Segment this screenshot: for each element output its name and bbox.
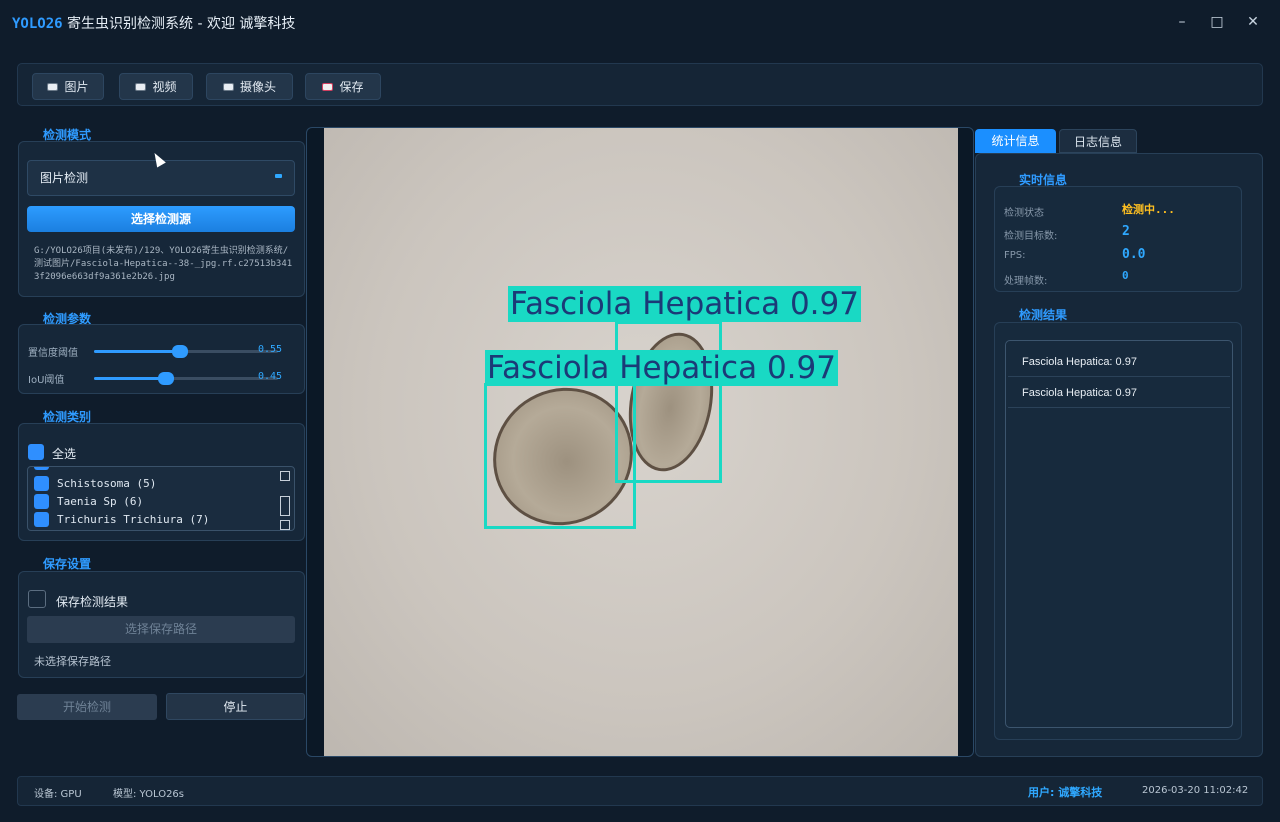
video-button-label: 视频 [152, 80, 177, 94]
save-path-status: 未选择保存路径 [34, 655, 111, 668]
user-info: 用户: 诚擎科技 [1028, 786, 1103, 799]
image-button[interactable]: 图片 [32, 73, 104, 100]
stat-status-key: 检测状态 [1004, 208, 1044, 219]
chevron-down-icon [275, 174, 282, 178]
results-section-title: 检测结果 [1019, 308, 1068, 322]
mode-select-value: 图片检测 [40, 171, 89, 185]
confidence-label: 置信度阈值 [28, 348, 78, 359]
iou-label: IoU阈值 [28, 375, 65, 386]
stop-button[interactable]: 停止 [166, 693, 305, 720]
device-info: 设备: GPU [34, 789, 82, 800]
stat-fps-key: FPS: [1004, 250, 1026, 261]
save-button-label: 保存 [339, 80, 364, 94]
window-title-text: 寄生虫识别检测系统 - 欢迎 诚擎科技 [62, 16, 296, 32]
choose-save-path-button[interactable]: 选择保存路径 [27, 616, 295, 643]
save-icon [322, 82, 334, 91]
model-info: 模型: YOLO26s [113, 789, 185, 800]
stat-status: 检测状态 检测中... [1004, 201, 1234, 221]
class-checkbox-partial[interactable] [34, 467, 49, 470]
image-display: Fasciola Hepatica 0.97 Fasciola Hepatica… [306, 127, 974, 757]
stat-status-value: 检测中... [1122, 203, 1175, 216]
class-label-schistosoma: Schistosoma (5) [57, 476, 157, 490]
camera-button-label: 摄像头 [239, 80, 276, 94]
app-brand: YOLO26 [12, 16, 63, 32]
save-result-checkbox[interactable] [28, 590, 46, 608]
window-title: YOLO26 寄生虫识别检测系统 - 欢迎 诚擎科技 [12, 13, 295, 33]
select-source-button[interactable]: 选择检测源 [27, 206, 295, 232]
stat-count: 检测目标数: 2 [1004, 224, 1234, 244]
select-all-checkbox[interactable] [28, 444, 44, 460]
stat-frames-key: 处理帧数: [1004, 276, 1048, 287]
video-icon [135, 82, 147, 91]
stat-frames-value: 0 [1122, 269, 1129, 282]
stat-fps-value: 0.0 [1122, 247, 1146, 262]
class-list-scrollbar[interactable] [280, 469, 290, 530]
video-button[interactable]: 视频 [119, 73, 193, 100]
class-list: Schistosoma (5) Taenia Sp (6) Trichuris … [27, 466, 295, 531]
confidence-slider[interactable] [94, 345, 278, 358]
confidence-slider-row: 置信度阈值 0.55 [28, 342, 298, 360]
stat-count-key: 检测目标数: [1004, 231, 1058, 242]
result-item[interactable]: Fasciola Hepatica: 0.97 [1008, 347, 1230, 377]
save-result-label: 保存检测结果 [56, 595, 129, 609]
start-detection-button[interactable]: 开始检测 [17, 694, 157, 720]
image-button-label: 图片 [64, 80, 89, 94]
class-item-schistosoma[interactable]: Schistosoma (5) [34, 474, 156, 492]
scroll-up-arrow[interactable] [280, 471, 290, 481]
close-button[interactable]: ✕ [1240, 10, 1266, 34]
maximize-button[interactable]: □ [1204, 10, 1230, 34]
detection-label-1: Fasciola Hepatica 0.97 [485, 350, 838, 386]
iou-knob[interactable] [158, 372, 174, 385]
detection-label-2: Fasciola Hepatica 0.97 [508, 286, 861, 322]
class-item-taenia[interactable]: Taenia Sp (6) [34, 492, 143, 510]
save-button[interactable]: 保存 [305, 73, 381, 100]
tab-statistics[interactable]: 统计信息 [975, 129, 1056, 153]
datetime: 2026-03-20 11:02:42 [1142, 785, 1249, 796]
toolbar: 图片 视频 摄像头 保存 [17, 63, 1263, 106]
iou-slider[interactable] [94, 372, 278, 385]
class-item-trichuris[interactable]: Trichuris Trichiura (7) [34, 510, 209, 528]
scroll-down-arrow[interactable] [280, 520, 290, 530]
stat-count-value: 2 [1122, 224, 1130, 239]
class-checkbox-schistosoma[interactable] [34, 475, 49, 491]
results-list: Fasciola Hepatica: 0.97 Fasciola Hepatic… [1005, 340, 1233, 728]
title-bar: YOLO26 寄生虫识别检测系统 - 欢迎 诚擎科技 – □ ✕ [0, 0, 1280, 44]
iou-fill [94, 377, 166, 380]
image-icon [47, 82, 59, 91]
camera-button[interactable]: 摄像头 [206, 73, 293, 100]
scroll-thumb[interactable] [280, 496, 290, 516]
save-section-title: 保存设置 [43, 557, 92, 571]
class-checkbox-taenia[interactable] [34, 493, 49, 509]
confidence-fill [94, 350, 180, 353]
microscope-image: Fasciola Hepatica 0.97 Fasciola Hepatica… [324, 128, 958, 756]
result-item[interactable]: Fasciola Hepatica: 0.97 [1008, 378, 1230, 408]
confidence-value: 0.55 [258, 344, 283, 355]
class-item-partial [34, 467, 49, 470]
confidence-knob[interactable] [172, 345, 188, 358]
status-bar: 设备: GPU 模型: YOLO26s 用户: 诚擎科技 2026-03-20 … [17, 776, 1263, 806]
mode-select[interactable]: 图片检测 [27, 160, 295, 196]
minimize-button[interactable]: – [1169, 10, 1195, 34]
stat-fps: FPS: 0.0 [1004, 247, 1234, 267]
class-label-trichuris: Trichuris Trichiura (7) [57, 512, 210, 526]
iou-slider-row: IoU阈值 0.45 [28, 369, 298, 387]
stat-frames: 处理帧数: 0 [1004, 269, 1234, 289]
select-all-label: 全选 [52, 447, 77, 461]
source-path-text: G:/YOLO26项目(未发布)/129、YOLO26寄生虫识别检测系统/测试图… [34, 246, 293, 282]
class-checkbox-trichuris[interactable] [34, 511, 49, 527]
detection-box-1 [484, 383, 636, 529]
class-label-taenia: Taenia Sp (6) [57, 494, 144, 508]
camera-icon [222, 82, 234, 91]
iou-value: 0.45 [258, 371, 283, 382]
tab-logs[interactable]: 日志信息 [1059, 129, 1137, 153]
